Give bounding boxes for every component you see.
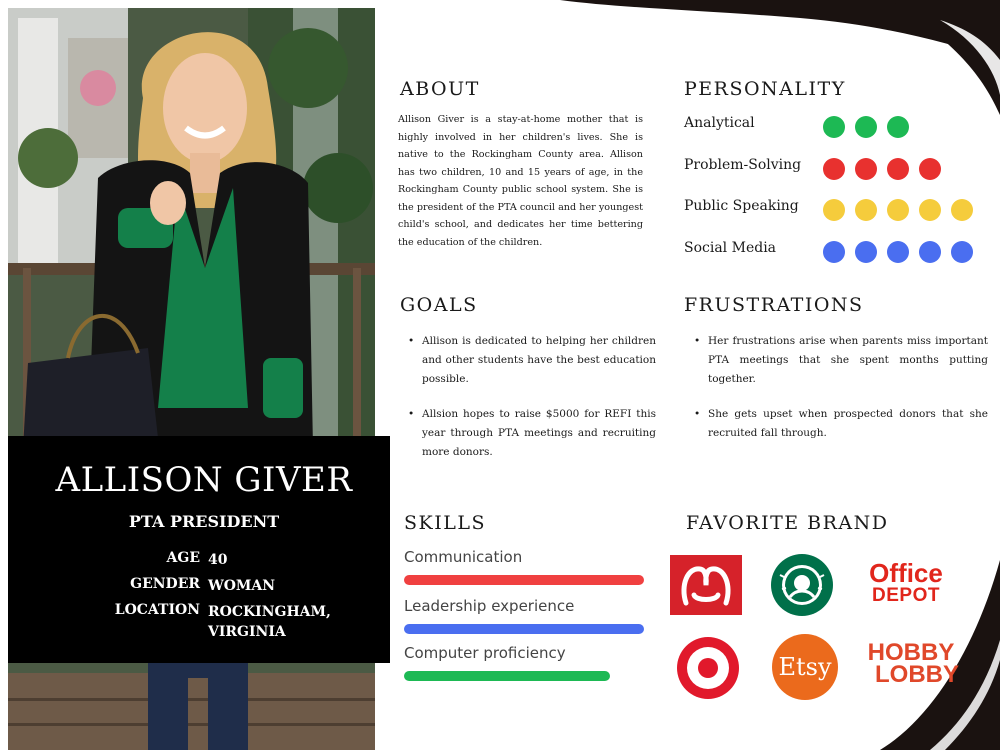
fact-age: AGE 40 bbox=[103, 550, 383, 570]
trait-dot bbox=[855, 116, 877, 138]
hobby-lobby-line2: LOBBY bbox=[875, 661, 959, 688]
trait-label: Public Speaking bbox=[684, 198, 799, 214]
trait-label: Problem-Solving bbox=[684, 157, 802, 173]
trait-problem-solving: Problem-Solving bbox=[684, 155, 984, 180]
about-title: ABOUT bbox=[400, 78, 480, 100]
skills-title: SKILLS bbox=[404, 512, 486, 534]
frustrations-list: Her frustrations arise when parents miss… bbox=[692, 332, 988, 459]
fact-gender: GENDER WOMAN bbox=[103, 576, 383, 596]
about-text: Allison Giver is a stay-at-home mother t… bbox=[398, 114, 643, 248]
skill-bar bbox=[404, 575, 645, 585]
skill-bar bbox=[404, 671, 610, 681]
trait-dots bbox=[823, 199, 973, 221]
frustration-item: Her frustrations arise when parents miss… bbox=[692, 332, 988, 389]
trait-dot bbox=[823, 116, 845, 138]
fact-label: AGE bbox=[166, 550, 201, 566]
trait-dot bbox=[887, 199, 909, 221]
trait-dot bbox=[919, 241, 941, 263]
persona-name: ALLISON GIVER bbox=[55, 460, 353, 500]
trait-dots bbox=[823, 241, 973, 263]
fact-label: GENDER bbox=[130, 576, 200, 592]
trait-dot bbox=[855, 199, 877, 221]
trait-dot bbox=[823, 158, 845, 180]
trait-dot bbox=[951, 241, 973, 263]
trait-label: Analytical bbox=[684, 115, 755, 131]
trait-dot bbox=[919, 158, 941, 180]
trait-analytical: Analytical bbox=[684, 113, 984, 138]
office-depot-line1: Office bbox=[869, 558, 943, 588]
persona-facts: AGE 40 GENDER WOMAN LOCATION ROCKINGHAM,… bbox=[103, 550, 383, 648]
fact-value: ROCKINGHAM, VIRGINIA bbox=[208, 604, 331, 640]
trait-public-speaking: Public Speaking bbox=[684, 196, 984, 221]
fact-value: 40 bbox=[208, 552, 228, 568]
brands-title: FAVORITE BRAND bbox=[686, 512, 889, 534]
trait-dot bbox=[855, 158, 877, 180]
skill-label: Computer proficiency bbox=[404, 644, 566, 662]
trait-dot bbox=[823, 199, 845, 221]
persona-page: ALLISON GIVER PTA PRESIDENT AGE 40 GENDE… bbox=[0, 0, 1000, 750]
trait-dot bbox=[887, 241, 909, 263]
frustrations-title: FRUSTRATIONS bbox=[684, 294, 864, 316]
skill-label: Communication bbox=[404, 548, 523, 566]
office-depot-line2: DEPOT bbox=[872, 585, 940, 606]
frustration-item: She gets upset when prospected donors th… bbox=[692, 405, 988, 443]
trait-dot bbox=[823, 241, 845, 263]
skill-communication: Communication bbox=[404, 548, 649, 585]
lululemon-logo bbox=[670, 555, 742, 615]
hobby-lobby-logo: HOBBY LOBBY bbox=[856, 641, 966, 688]
trait-dot bbox=[855, 241, 877, 263]
skill-label: Leadership experience bbox=[404, 597, 575, 615]
trait-label: Social Media bbox=[684, 240, 777, 256]
name-card: ALLISON GIVER PTA PRESIDENT AGE 40 GENDE… bbox=[8, 436, 390, 663]
goal-item: Allsion hopes to raise $5000 for REFI th… bbox=[406, 405, 656, 462]
starbucks-logo bbox=[771, 554, 833, 616]
persona-role: PTA PRESIDENT bbox=[128, 512, 280, 531]
trait-dot bbox=[919, 199, 941, 221]
trait-dot bbox=[887, 116, 909, 138]
goals-title: GOALS bbox=[400, 294, 478, 316]
trait-social-media: Social Media bbox=[684, 238, 984, 263]
personality-title: PERSONALITY bbox=[684, 78, 846, 100]
office-depot-logo: Office DEPOT bbox=[858, 560, 954, 606]
goal-item: Allison is dedicated to helping her chil… bbox=[406, 332, 656, 389]
trait-dot bbox=[951, 199, 973, 221]
skill-computer: Computer proficiency bbox=[404, 644, 649, 681]
trait-dots bbox=[823, 116, 909, 138]
etsy-logo: Etsy bbox=[772, 634, 838, 700]
trait-dots bbox=[823, 158, 941, 180]
target-logo bbox=[677, 637, 739, 699]
skill-leadership: Leadership experience bbox=[404, 597, 649, 634]
goals-list: Allison is dedicated to helping her chil… bbox=[406, 332, 656, 478]
fact-location: LOCATION ROCKINGHAM, VIRGINIA bbox=[103, 602, 383, 642]
fact-label: LOCATION bbox=[114, 602, 200, 618]
trait-dot bbox=[887, 158, 909, 180]
skill-bar bbox=[404, 624, 645, 634]
fact-value: WOMAN bbox=[208, 578, 276, 594]
